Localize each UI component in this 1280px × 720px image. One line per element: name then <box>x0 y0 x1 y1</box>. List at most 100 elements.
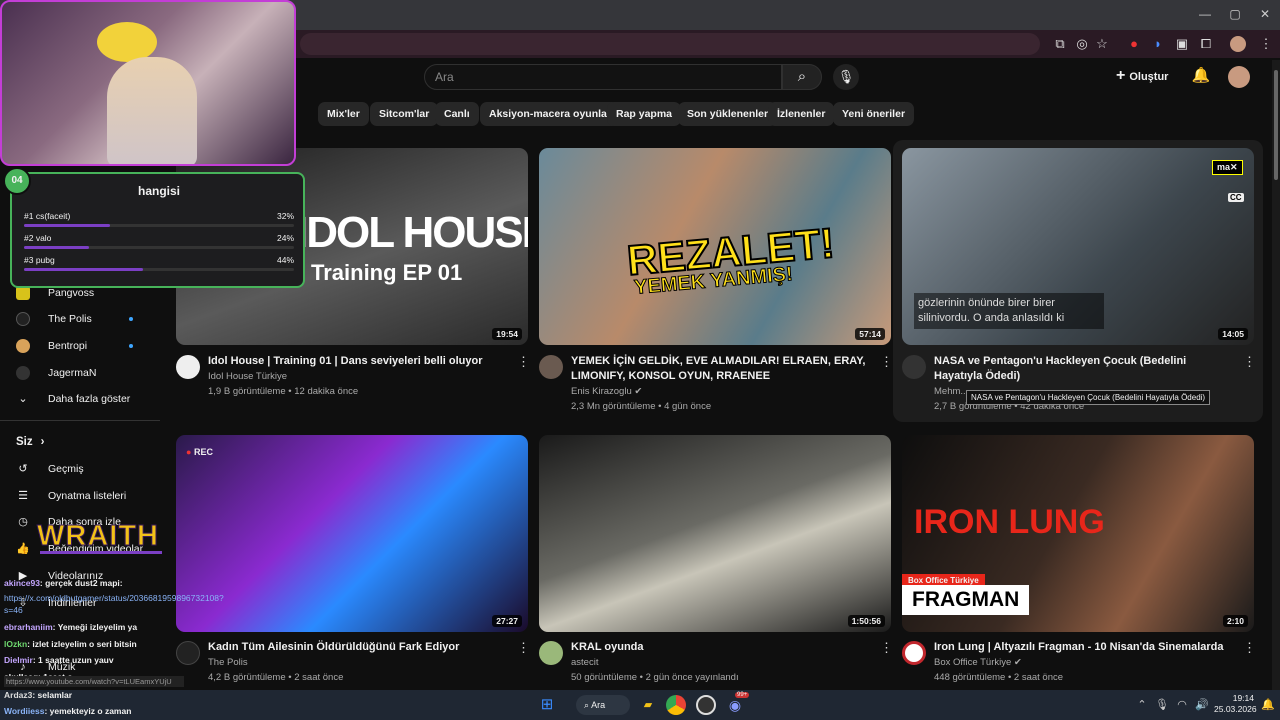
minimize-icon[interactable]: — <box>1190 4 1220 24</box>
windows-start-icon[interactable]: ⊞ <box>537 695 557 715</box>
sidebar-you-header[interactable]: Siz › <box>16 430 156 454</box>
chip-mixes[interactable]: Mix'ler <box>318 102 369 126</box>
video-title[interactable]: KRAL oyunda <box>571 640 871 655</box>
channel-avatar <box>16 366 30 380</box>
video-thumbnail[interactable]: IRON LUNG Box Office Türkiye FRAGMAN 2:1… <box>902 435 1254 632</box>
plus-icon: + <box>1116 67 1126 84</box>
show-more-button[interactable]: ⌄ Daha fazla göster <box>16 387 156 411</box>
video-thumbnail[interactable]: 1:50:56 <box>539 435 891 632</box>
video-title[interactable]: YEMEK İÇİN GELDİK, EVE ALMADILAR! ELRAEN… <box>571 354 871 384</box>
chat-message: akince93: gerçek dust2 mapi: <box>4 578 123 588</box>
chip-new-suggestions[interactable]: Yeni öneriler <box>833 102 915 126</box>
puzzle-icon[interactable]: ⧠ <box>1196 34 1216 54</box>
menu-kebab-icon[interactable]: ⋮ <box>1256 34 1276 54</box>
channel-name[interactable]: Enis Kirazoglu ✔ <box>571 386 642 397</box>
poll-option-percent: 32% <box>276 211 294 221</box>
chat-link[interactable]: https://x.com/oldbutgamer/status/2036681… <box>4 592 224 616</box>
taskbar-search[interactable]: ⌕ Ara <box>576 695 630 715</box>
sidebar-item-jagerman[interactable]: JagermaN <box>16 361 156 385</box>
more-options-icon[interactable]: ⋮ <box>880 354 893 370</box>
close-window-icon[interactable]: ✕ <box>1250 4 1280 24</box>
chrome-icon[interactable] <box>666 695 686 715</box>
poll-timer-badge: 04 <box>3 167 31 195</box>
poll-option-label: #2 valo <box>24 233 52 243</box>
mic-icon[interactable]: 🎙 <box>1152 695 1172 715</box>
cc-icon[interactable]: CC <box>1228 193 1244 202</box>
wifi-icon[interactable]: ◠ <box>1172 695 1192 715</box>
volume-icon[interactable]: 🔊 <box>1192 695 1212 715</box>
video-title[interactable]: Idol House | Training 01 | Dans seviyele… <box>208 354 508 369</box>
chip-watched[interactable]: İzlenenler <box>768 102 835 126</box>
clock[interactable]: 19:14 25.03.2026 <box>1214 693 1257 715</box>
bookmark-star-icon[interactable]: ☆ <box>1092 34 1112 54</box>
video-title[interactable]: Kadın Tüm Ailesinin Öldürüldüğünü Fark E… <box>208 640 508 655</box>
video-preview[interactable]: gözlerinin önünde birer birer silinivord… <box>902 148 1254 345</box>
file-explorer-icon[interactable]: ▰ <box>638 695 658 715</box>
maximize-icon[interactable]: ▢ <box>1220 4 1250 24</box>
channel-avatar[interactable] <box>176 355 200 379</box>
avatar[interactable] <box>1228 66 1250 88</box>
channel-avatar[interactable] <box>539 641 563 665</box>
sidebar-item-history[interactable]: ↺ Geçmiş <box>16 457 156 481</box>
channel-avatar[interactable] <box>902 355 926 379</box>
sidebar-item-playlists[interactable]: ☰ Oynatma listeleri <box>16 484 156 508</box>
search-icon[interactable]: ⌕ <box>782 64 822 90</box>
notifications-icon[interactable]: 🔔 <box>1258 695 1278 715</box>
video-meta: 448 görüntüleme • 2 saat önce <box>934 672 1064 683</box>
mic-icon[interactable]: 🎙 <box>833 64 859 90</box>
show-more-label: Daha fazla göster <box>48 393 131 405</box>
discord-icon[interactable]: ◉ <box>725 695 745 715</box>
duration-badge: 2:10 <box>1222 615 1248 627</box>
create-button[interactable]: + Oluştur <box>1116 63 1178 89</box>
channel-avatar[interactable] <box>902 641 926 665</box>
video-thumbnail[interactable]: ● REC 27:27 <box>176 435 528 632</box>
chip-live[interactable]: Canlı <box>435 102 479 126</box>
eye-off-icon[interactable]: ◎ <box>1072 34 1092 54</box>
clock-icon: ◷ <box>18 516 28 528</box>
chevron-right-icon: › <box>40 436 45 448</box>
thumbnail-subtitle-text: Training EP 01 <box>311 260 463 285</box>
chip-rap[interactable]: Rap yapma <box>607 102 682 126</box>
channel-name[interactable]: The Polis <box>208 657 248 668</box>
video-title[interactable]: Iron Lung | Altyazılı Fragman - 10 Nisan… <box>934 640 1234 655</box>
extension-icon[interactable]: ◗ <box>1148 34 1168 54</box>
video-meta: 1,9 B görüntüleme • 12 dakika önce <box>208 386 359 397</box>
channel-name[interactable]: astecit <box>571 657 598 668</box>
chip-sitcoms[interactable]: Sitcom'lar <box>370 102 439 126</box>
profile-avatar[interactable] <box>1230 36 1246 52</box>
obs-icon[interactable] <box>696 695 716 715</box>
channel-avatar[interactable] <box>539 355 563 379</box>
channel-name[interactable]: Mehm... <box>934 386 968 397</box>
scrollbar-thumb[interactable] <box>1274 70 1278 180</box>
more-options-icon[interactable]: ⋮ <box>517 354 530 370</box>
sidebar-item-bentropi[interactable]: Bentropi <box>16 334 156 358</box>
title-tooltip: NASA ve Pentagon'u Hackleyen Çocuk (Bede… <box>966 390 1211 405</box>
sidebar-item-the-polis[interactable]: The Polis <box>16 307 156 331</box>
bell-icon[interactable]: 🔔 <box>1190 64 1212 88</box>
channel-name-text: Box Office Türkiye <box>934 657 1012 668</box>
cast-icon[interactable]: ⧉ <box>1050 34 1070 54</box>
video-thumbnail[interactable]: REZALET! YEMEK YANMIŞ! 57:14 <box>539 148 891 345</box>
channel-name[interactable]: Box Office Türkiye ✔ <box>934 657 1022 668</box>
scrollbar[interactable] <box>1272 60 1280 690</box>
more-options-icon[interactable]: ⋮ <box>1243 640 1256 656</box>
chat-text: : Yemeği izleyelim ya <box>52 622 138 632</box>
chevron-up-icon[interactable]: ⌃ <box>1132 695 1152 715</box>
address-bar[interactable] <box>300 33 1040 55</box>
chip-recently-uploaded[interactable]: Son yüklenenler <box>678 102 778 126</box>
thumbnail-title-text: IRON LUNG <box>914 503 1105 541</box>
extension-icon[interactable]: ● <box>1124 34 1144 54</box>
mute-button[interactable]: ma✕ <box>1212 160 1243 175</box>
channel-name[interactable]: Idol House Türkiye <box>208 371 287 382</box>
more-options-icon[interactable]: ⋮ <box>1243 354 1256 370</box>
search-input[interactable]: Ara <box>424 64 782 90</box>
channel-avatar[interactable] <box>176 641 200 665</box>
more-options-icon[interactable]: ⋮ <box>880 640 893 656</box>
search-icon: ⌕ <box>584 700 590 710</box>
more-options-icon[interactable]: ⋮ <box>517 640 530 656</box>
duration-badge: 1:50:56 <box>847 615 885 627</box>
chip-action-adventure[interactable]: Aksiyon-macera oyunları <box>480 102 623 126</box>
video-title[interactable]: NASA ve Pentagon'u Hackleyen Çocuk (Bede… <box>934 354 1234 384</box>
extension-icon[interactable]: ▣ <box>1172 34 1192 54</box>
chat-text: : gerçek dust2 mapi: <box>39 578 123 588</box>
